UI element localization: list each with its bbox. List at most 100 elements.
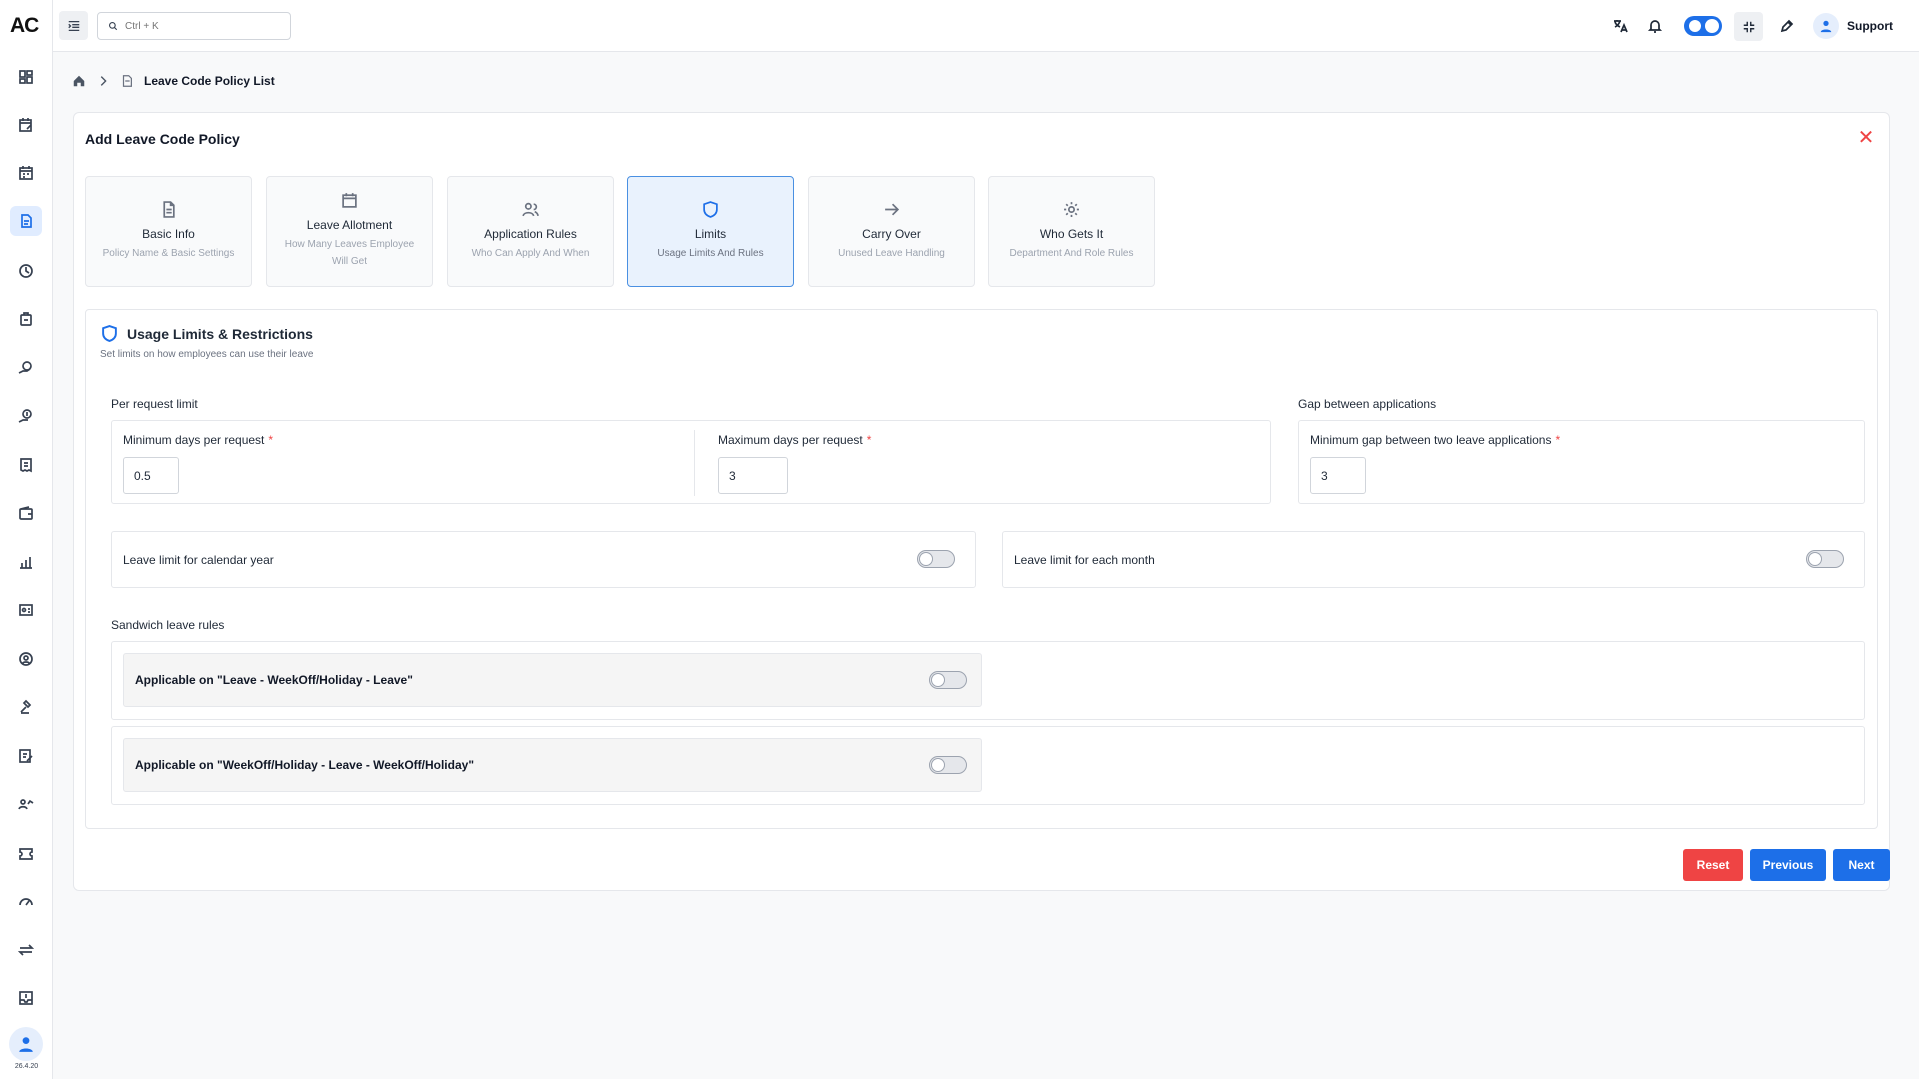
step-title: Carry Over (862, 227, 921, 241)
section-title: Usage Limits & Restrictions (127, 325, 313, 342)
step-subtitle: Unused Leave Handling (838, 248, 945, 259)
chevron-right-icon (100, 76, 107, 86)
team-growth-icon[interactable] (14, 792, 38, 816)
section-header: Usage Limits & Restrictions (101, 325, 313, 342)
per-request-box: Minimum days per request* Maximum days p… (111, 420, 1271, 504)
step-title: Leave Allotment (306, 218, 393, 232)
chart-people-icon[interactable] (14, 550, 38, 574)
step-subtitle: Department And Role Rules (1009, 248, 1134, 259)
divider (694, 430, 695, 496)
calendar-year-limit-label: Leave limit for calendar year (123, 553, 274, 567)
previous-button[interactable]: Previous (1750, 849, 1826, 881)
badge-icon[interactable] (14, 307, 38, 331)
leave-policy-icon[interactable] (10, 206, 42, 236)
sandwich-rule-2-label: Applicable on "WeekOff/Holiday - Leave -… (135, 758, 475, 772)
calendar-year-limit-toggle[interactable] (917, 550, 955, 568)
sandwich-rule-1-box: Applicable on "Leave - WeekOff/Holiday -… (111, 641, 1865, 720)
shield-icon (703, 201, 718, 218)
monthly-limit-toggle[interactable] (1806, 550, 1844, 568)
document-icon (163, 201, 175, 218)
step-title: Who Gets It (1039, 227, 1104, 241)
sandwich-rule-1-row: Applicable on "Leave - WeekOff/Holiday -… (123, 653, 982, 707)
user-avatar[interactable] (9, 1027, 43, 1061)
step-title: Basic Info (142, 227, 195, 241)
inbox-icon[interactable] (14, 986, 38, 1010)
hand-coin-icon[interactable] (14, 356, 38, 380)
sandwich-rule-2-toggle[interactable] (929, 756, 967, 774)
card-title: Add Leave Code Policy (85, 131, 240, 147)
gear-icon (1064, 202, 1079, 217)
calendar-edit-icon[interactable] (14, 113, 38, 137)
form-edit-icon[interactable] (14, 744, 38, 768)
max-days-input[interactable] (718, 457, 788, 494)
section-description: Set limits on how employees can use thei… (100, 349, 314, 360)
fullscreen-button[interactable] (1734, 12, 1763, 41)
step-limits[interactable]: Limits Usage Limits And Rules (627, 176, 794, 287)
min-gap-label: Minimum gap between two leave applicatio… (1310, 433, 1561, 447)
shield-icon (102, 325, 117, 342)
translate-icon[interactable] (1608, 14, 1632, 38)
user-circle-icon[interactable] (14, 647, 38, 671)
step-basic-info[interactable]: Basic Info Policy Name & Basic Settings (85, 176, 252, 287)
min-days-label: Minimum days per request * (123, 433, 274, 447)
transfer-icon[interactable] (14, 938, 38, 962)
id-card-icon[interactable] (14, 598, 38, 622)
step-title: Limits (694, 227, 727, 241)
clock-history-icon[interactable] (14, 259, 38, 283)
sidebar: AC 26.4.20 (0, 0, 53, 1079)
sandwich-rule-2-box: Applicable on "WeekOff/Holiday - Leave -… (111, 726, 1865, 805)
users-icon (522, 202, 539, 217)
menu-icon (67, 20, 79, 31)
calendar-icon (342, 193, 357, 208)
receipt-icon[interactable] (14, 453, 38, 477)
reset-button[interactable]: Reset (1683, 849, 1743, 881)
sandwich-rule-1-toggle[interactable] (929, 671, 967, 689)
home-icon[interactable] (72, 74, 86, 88)
speed-edit-icon[interactable] (14, 889, 38, 913)
sun-icon (1689, 20, 1701, 32)
gap-label: Gap between applications (1298, 397, 1437, 411)
min-gap-input[interactable] (1310, 457, 1366, 494)
step-subtitle: Usage Limits And Rules (657, 248, 764, 259)
arrow-right-icon (885, 203, 900, 216)
search-input[interactable] (125, 20, 275, 32)
add-policy-card: Add Leave Code Policy ✕ Basic Info Polic… (73, 112, 1890, 891)
step-leave-allotment[interactable]: Leave Allotment How Many Leaves Employee… (266, 176, 433, 287)
close-icon[interactable]: ✕ (1857, 128, 1875, 148)
ticket-icon[interactable] (14, 841, 38, 865)
breadcrumb: Leave Code Policy List (72, 74, 275, 88)
dashboard-icon[interactable] (14, 65, 38, 89)
step-subtitle: How Many Leaves Employee Will Get (284, 239, 415, 267)
calendar-icon[interactable] (14, 161, 38, 185)
user-avatar-icon (1813, 13, 1839, 39)
max-days-label: Maximum days per request * (718, 433, 872, 447)
step-application-rules[interactable]: Application Rules Who Can Apply And When (447, 176, 614, 287)
per-request-label: Per request limit (111, 397, 198, 411)
gavel-icon[interactable] (14, 695, 38, 719)
theme-toggle[interactable] (1684, 16, 1722, 36)
calendar-year-limit-row: Leave limit for calendar year (111, 531, 976, 588)
search-icon (109, 22, 118, 31)
sandwich-rule-1-label: Applicable on "Leave - WeekOff/Holiday -… (135, 673, 413, 687)
menu-toggle-button[interactable] (59, 11, 88, 40)
policy-icon (122, 75, 132, 87)
search-box[interactable] (97, 12, 291, 40)
sandwich-rule-2-row: Applicable on "WeekOff/Holiday - Leave -… (123, 738, 982, 792)
next-button[interactable]: Next (1833, 849, 1890, 881)
step-carry-over[interactable]: Carry Over Unused Leave Handling (808, 176, 975, 287)
app-version: 26.4.20 (14, 1063, 39, 1070)
monthly-limit-row: Leave limit for each month (1002, 531, 1865, 588)
sandwich-rules-label: Sandwich leave rules (111, 618, 225, 632)
user-name: Support (1847, 19, 1893, 33)
breadcrumb-current[interactable]: Leave Code Policy List (144, 74, 275, 88)
step-subtitle: Who Can Apply And When (471, 248, 590, 259)
step-who-gets-it[interactable]: Who Gets It Department And Role Rules (988, 176, 1155, 287)
pen-icon[interactable] (1775, 14, 1799, 38)
user-menu[interactable]: Support (1813, 13, 1893, 39)
wallet-icon[interactable] (14, 501, 38, 525)
min-days-input[interactable] (123, 457, 179, 494)
money-hand-icon[interactable] (14, 404, 38, 428)
app-logo[interactable]: AC (10, 14, 44, 37)
bell-icon[interactable] (1643, 14, 1667, 38)
step-title: Application Rules (484, 227, 577, 241)
